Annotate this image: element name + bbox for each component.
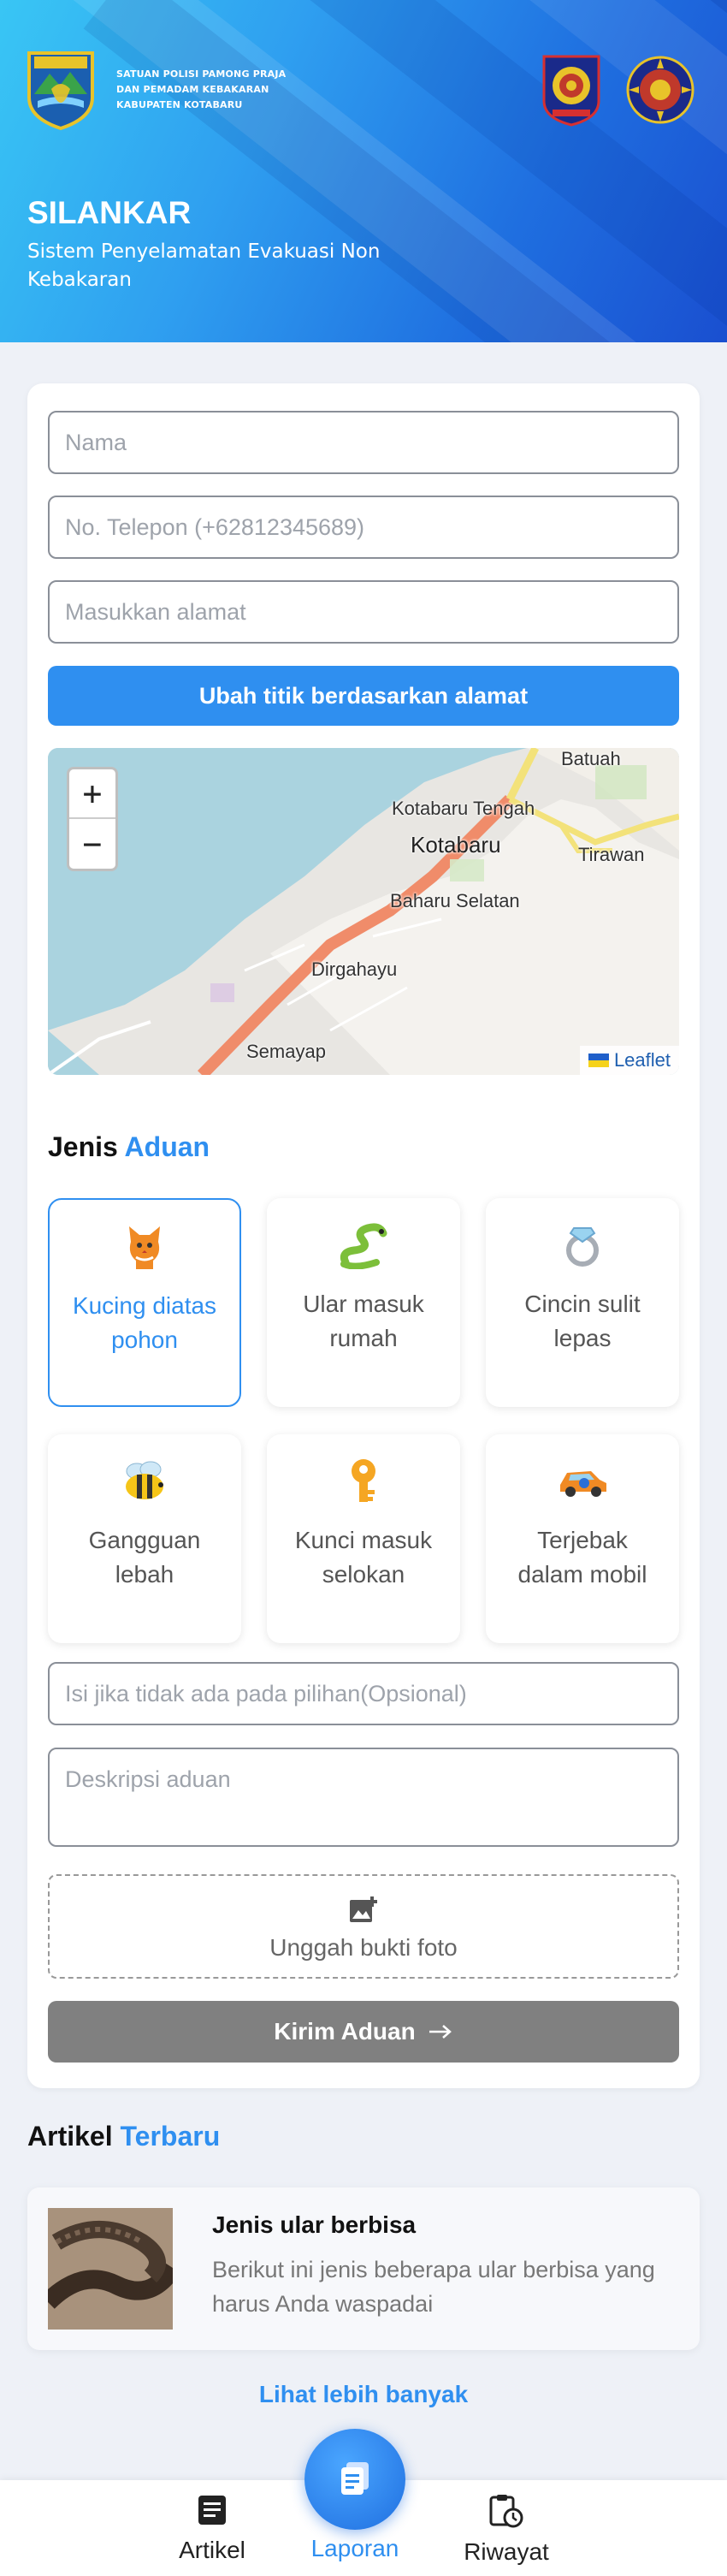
complaint-type-label: Gangguan lebah <box>88 1527 201 1588</box>
map-zoom-control: + − <box>67 767 118 871</box>
complaint-type-cat[interactable]: Kucing diatas pohon <box>48 1198 241 1407</box>
header-banner: SATUAN POLISI PAMONG PRAJA DAN PEMADAM K… <box>0 0 727 342</box>
map-label: Baharu Selatan <box>390 890 520 911</box>
map-label: Semayap <box>246 1041 326 1062</box>
articles-title: Artikel Terbaru <box>27 2121 221 2152</box>
name-input[interactable] <box>48 411 679 474</box>
snake-icon <box>340 1223 387 1269</box>
map-label: Dirgahayu <box>311 959 398 980</box>
location-map[interactable]: + − Batuah Kotabaru Tengah Kotabaru Tira… <box>48 748 679 1075</box>
map-label: Kotabaru <box>411 832 501 858</box>
locate-by-address-button[interactable]: Ubah titik berdasarkan alamat <box>48 666 679 726</box>
damkar-emblem-icon <box>626 56 694 124</box>
map-label: Tirawan <box>578 844 645 865</box>
complaint-type-car[interactable]: Terjebak dalam mobil <box>486 1434 679 1643</box>
complaint-type-key[interactable]: Kunci masuk selokan <box>267 1434 460 1643</box>
car-icon <box>560 1471 606 1497</box>
satpol-pp-emblem-icon <box>542 55 600 127</box>
phone-input[interactable] <box>48 496 679 559</box>
complaint-type-label: Ular masuk rumah <box>303 1291 424 1351</box>
see-more-link[interactable]: Lihat lebih banyak <box>0 2381 727 2408</box>
article-description: Berikut ini jenis beberapa ular berbisa … <box>212 2257 655 2317</box>
complaint-types-title: Jenis Aduan <box>48 1131 210 1162</box>
ukraine-flag-icon <box>588 1054 609 1067</box>
nav-label-laporan: Laporan <box>310 2535 399 2561</box>
complaint-type-ring[interactable]: Cincin sulit lepas <box>486 1198 679 1407</box>
bee-icon <box>126 1461 163 1499</box>
complaint-type-snake[interactable]: Ular masuk rumah <box>267 1198 460 1407</box>
article-title: Jenis ular berbisa <box>212 2211 417 2238</box>
history-icon <box>489 2495 523 2528</box>
description-textarea[interactable] <box>48 1748 679 1847</box>
article-thumbnail <box>48 2208 173 2330</box>
organization-name: SATUAN POLISI PAMONG PRAJA DAN PEMADAM K… <box>116 68 287 110</box>
address-input[interactable] <box>48 580 679 644</box>
report-icon <box>341 2462 369 2495</box>
map-attribution[interactable]: Leaflet <box>579 1046 679 1075</box>
upload-label: Unggah bukti foto <box>269 1934 458 1961</box>
map-label: Kotabaru Tengah <box>392 798 535 819</box>
cat-icon <box>129 1226 160 1269</box>
zoom-in-button[interactable]: + <box>69 769 115 819</box>
ring-icon <box>566 1227 599 1267</box>
article-icon <box>198 2496 226 2525</box>
other-complaint-input[interactable] <box>48 1662 679 1725</box>
submit-complaint-button[interactable]: Kirim Aduan <box>48 2001 679 2063</box>
key-icon <box>352 1459 375 1502</box>
complaint-type-label: Kunci masuk selokan <box>294 1527 433 1588</box>
complaint-type-label: Kucing diatas pohon <box>72 1292 217 1353</box>
complaint-type-label: Cincin sulit lepas <box>524 1291 641 1351</box>
kotabaru-emblem-icon <box>27 51 94 130</box>
map-label: Batuah <box>561 748 621 769</box>
nav-item-artikel[interactable]: Artikel <box>144 2494 281 2564</box>
photo-upload-area[interactable]: Unggah bukti foto <box>48 1874 679 1979</box>
zoom-out-button[interactable]: − <box>69 819 115 869</box>
complaint-type-bee[interactable]: Gangguan lebah <box>48 1434 241 1643</box>
article-card[interactable]: Jenis ular berbisa Berikut ini jenis beb… <box>27 2187 700 2350</box>
app-title: SILANKAR <box>27 195 192 230</box>
complaint-type-label: Terjebak dalam mobil <box>517 1527 647 1588</box>
nav-item-riwayat[interactable]: Riwayat <box>438 2494 575 2566</box>
nav-item-laporan[interactable] <box>304 2429 405 2530</box>
app-subtitle: Sistem Penyelamatan Evakuasi Non Kebakar… <box>27 240 381 291</box>
add-photo-icon <box>350 1896 377 1922</box>
arrow-right-icon <box>429 2025 452 2039</box>
